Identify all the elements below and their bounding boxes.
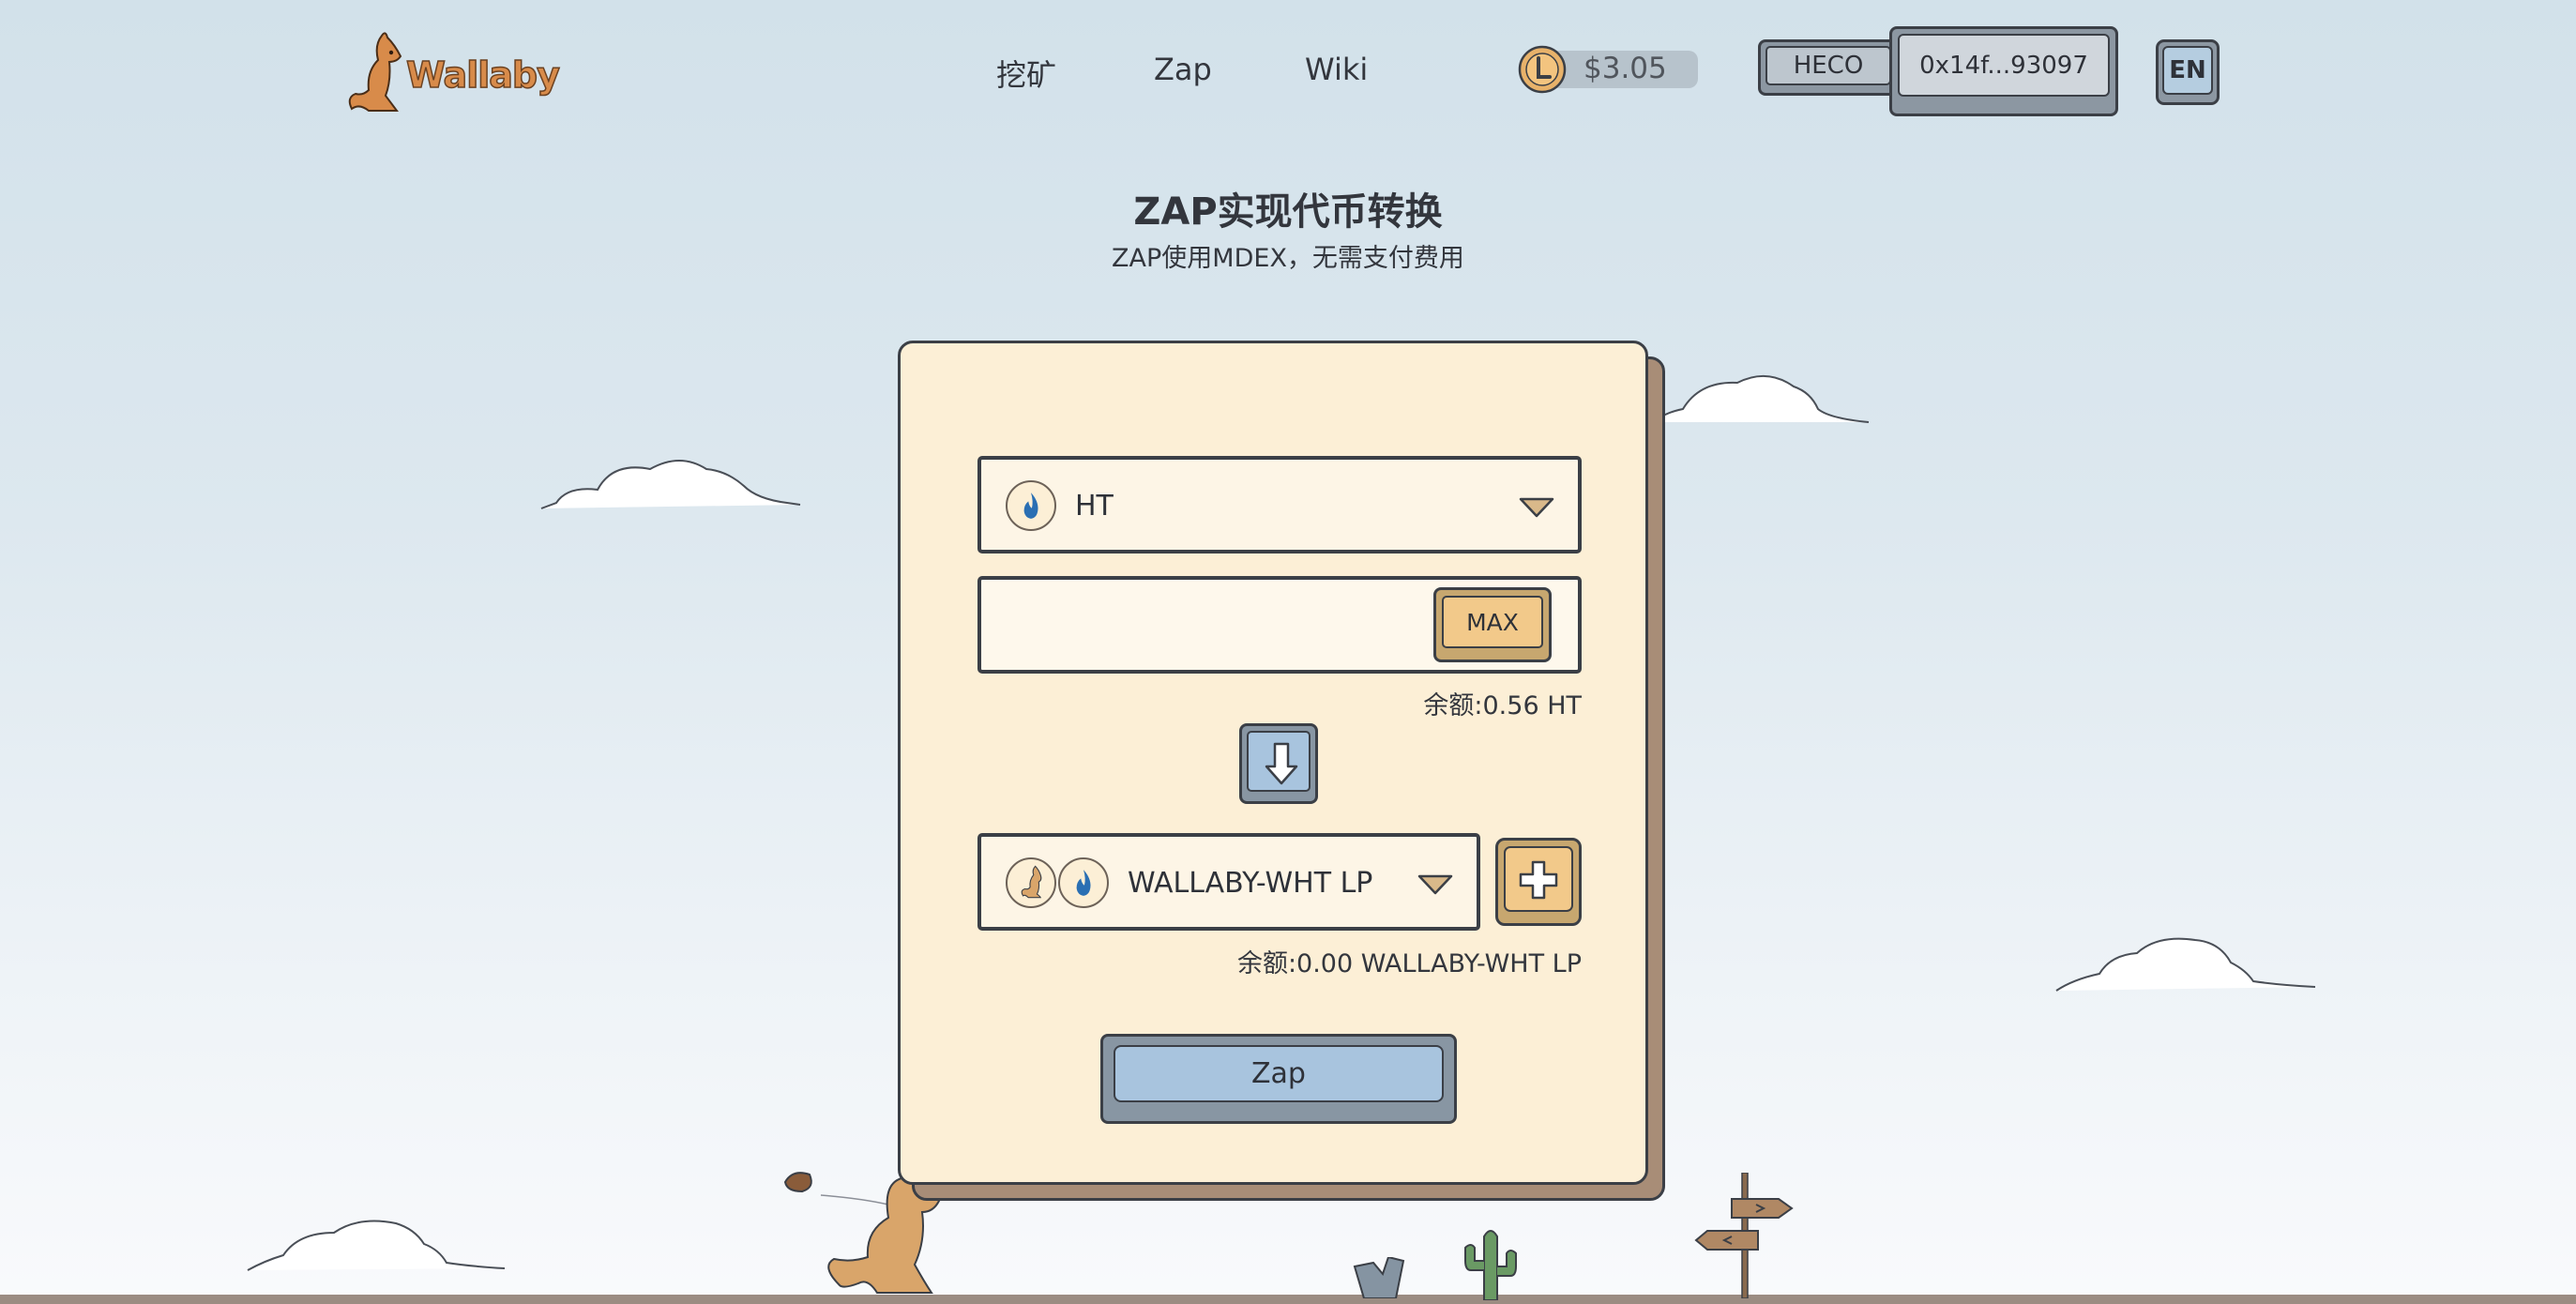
from-token-label: HT — [1075, 490, 1114, 523]
wallet-address-button[interactable]: 0x14f...93097 — [1889, 26, 2118, 116]
cloud — [540, 460, 801, 509]
amount-input[interactable] — [994, 593, 1448, 659]
max-button[interactable]: MAX — [1433, 587, 1552, 662]
page-title: ZAP实现代币转换 — [1133, 190, 1443, 234]
ht-token-icon — [1058, 857, 1109, 908]
chevron-down-icon — [1519, 497, 1554, 518]
wallaby-token-icon — [1006, 857, 1056, 908]
max-label: MAX — [1442, 596, 1543, 648]
logo[interactable]: Wallaby — [342, 28, 561, 114]
swap-button-face — [1247, 731, 1311, 792]
top-header: Wallaby 挖矿 Zap Wiki $3.05 HECO 0x14f...9… — [0, 0, 2576, 141]
chevron-down-icon — [1417, 874, 1453, 895]
ht-token-icon — [1006, 480, 1056, 531]
zap-submit-button[interactable]: Zap — [1100, 1034, 1457, 1124]
to-balance: 余额:0.00 WALLABY-WHT LP — [1236, 949, 1582, 978]
from-token-select[interactable]: HT — [977, 456, 1582, 553]
logo-text: Wallaby — [405, 53, 560, 97]
cloud — [1652, 374, 1870, 423]
language-label: EN — [2162, 46, 2213, 95]
kangaroo-logo-icon — [348, 32, 402, 112]
wallaby-coin-icon — [1518, 45, 1567, 94]
cloud — [247, 1220, 506, 1271]
rock — [1353, 1257, 1405, 1298]
to-token-label: WALLABY-WHT LP — [1128, 867, 1373, 900]
token-price: $3.05 — [1518, 45, 1698, 94]
from-balance: 余额:0.56 HT — [1423, 691, 1582, 720]
price-value: $3.05 — [1583, 52, 1667, 85]
cloud — [2055, 937, 2316, 992]
network-label: HECO — [1765, 46, 1891, 85]
add-button-face — [1504, 846, 1573, 912]
add-liquidity-button[interactable] — [1495, 838, 1582, 926]
cactus — [1464, 1230, 1517, 1300]
arrow-down-icon — [1265, 742, 1298, 785]
plus-icon — [1519, 860, 1558, 900]
nav-mining[interactable]: 挖矿 — [996, 52, 1056, 95]
ground — [0, 1295, 2576, 1304]
signpost — [1694, 1173, 1794, 1298]
wallet-address: 0x14f...93097 — [1898, 34, 2110, 97]
to-token-select[interactable]: WALLABY-WHT LP — [977, 833, 1480, 931]
language-button[interactable]: EN — [2156, 39, 2220, 105]
nav-wiki[interactable]: Wiki — [1305, 52, 1368, 87]
zap-submit-label: Zap — [1114, 1045, 1444, 1102]
swap-direction-button[interactable] — [1239, 723, 1318, 804]
page-subtitle: ZAP使用MDEX，无需支付费用 — [1112, 244, 1464, 273]
network-button[interactable]: HECO — [1758, 39, 1899, 96]
nav-zap[interactable]: Zap — [1154, 52, 1212, 87]
